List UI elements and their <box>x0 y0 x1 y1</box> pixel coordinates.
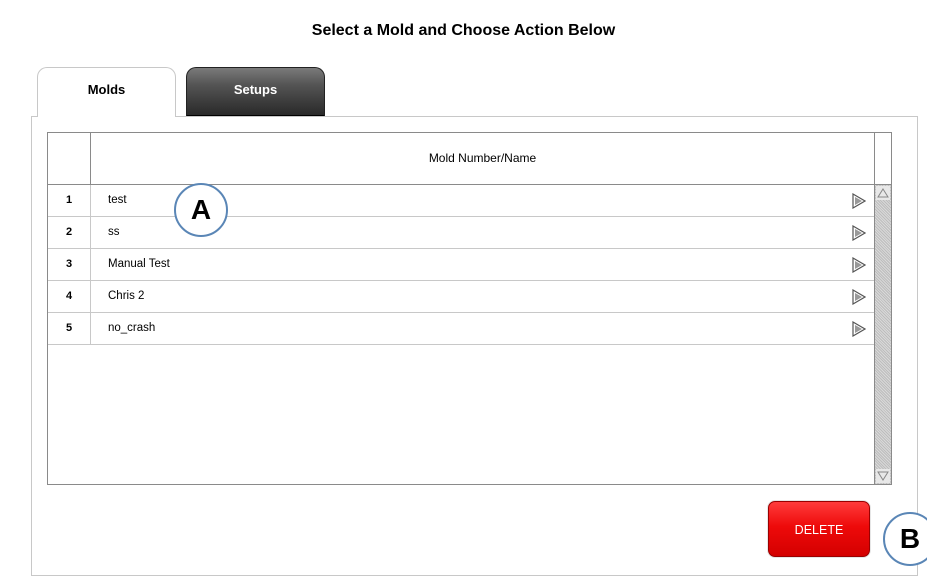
table-row[interactable]: 1 test <box>48 185 874 217</box>
delete-button[interactable]: DELETE <box>768 501 870 557</box>
mold-name: no_crash <box>108 322 156 334</box>
tab-setups[interactable]: Setups <box>186 67 325 117</box>
table-scrollbar[interactable] <box>874 185 891 484</box>
tab-molds[interactable]: Molds <box>37 67 176 117</box>
scroll-down-icon[interactable] <box>876 469 890 483</box>
mold-name: test <box>108 194 127 206</box>
scroll-header-cell <box>874 133 892 184</box>
table-header: Mold Number/Name <box>48 133 891 185</box>
page-title: Select a Mold and Choose Action Below <box>311 22 616 39</box>
table-row[interactable]: 4 Chris 2 <box>48 281 874 313</box>
play-arrow-icon[interactable] <box>852 225 866 241</box>
play-arrow-icon[interactable] <box>852 289 866 305</box>
row-number: 1 <box>48 185 91 216</box>
row-number: 2 <box>48 217 91 248</box>
molds-table: Mold Number/Name 1 test 2 ss 3 Manual Te… <box>47 132 892 485</box>
row-number-header <box>48 133 91 184</box>
mold-name: Chris 2 <box>108 290 145 302</box>
mold-name: ss <box>108 226 120 238</box>
row-number: 3 <box>48 249 91 280</box>
scroll-up-icon[interactable] <box>876 186 890 200</box>
play-arrow-icon[interactable] <box>852 321 866 337</box>
mold-name: Manual Test <box>108 258 170 270</box>
play-arrow-icon[interactable] <box>852 257 866 273</box>
play-arrow-icon[interactable] <box>852 193 866 209</box>
row-number: 4 <box>48 281 91 312</box>
table-row[interactable]: 2 ss <box>48 217 874 249</box>
row-number: 5 <box>48 313 91 344</box>
callout-a: A <box>174 183 228 237</box>
mold-name-header: Mold Number/Name <box>428 151 537 165</box>
table-row[interactable]: 5 no_crash <box>48 313 874 345</box>
table-row[interactable]: 3 Manual Test <box>48 249 874 281</box>
